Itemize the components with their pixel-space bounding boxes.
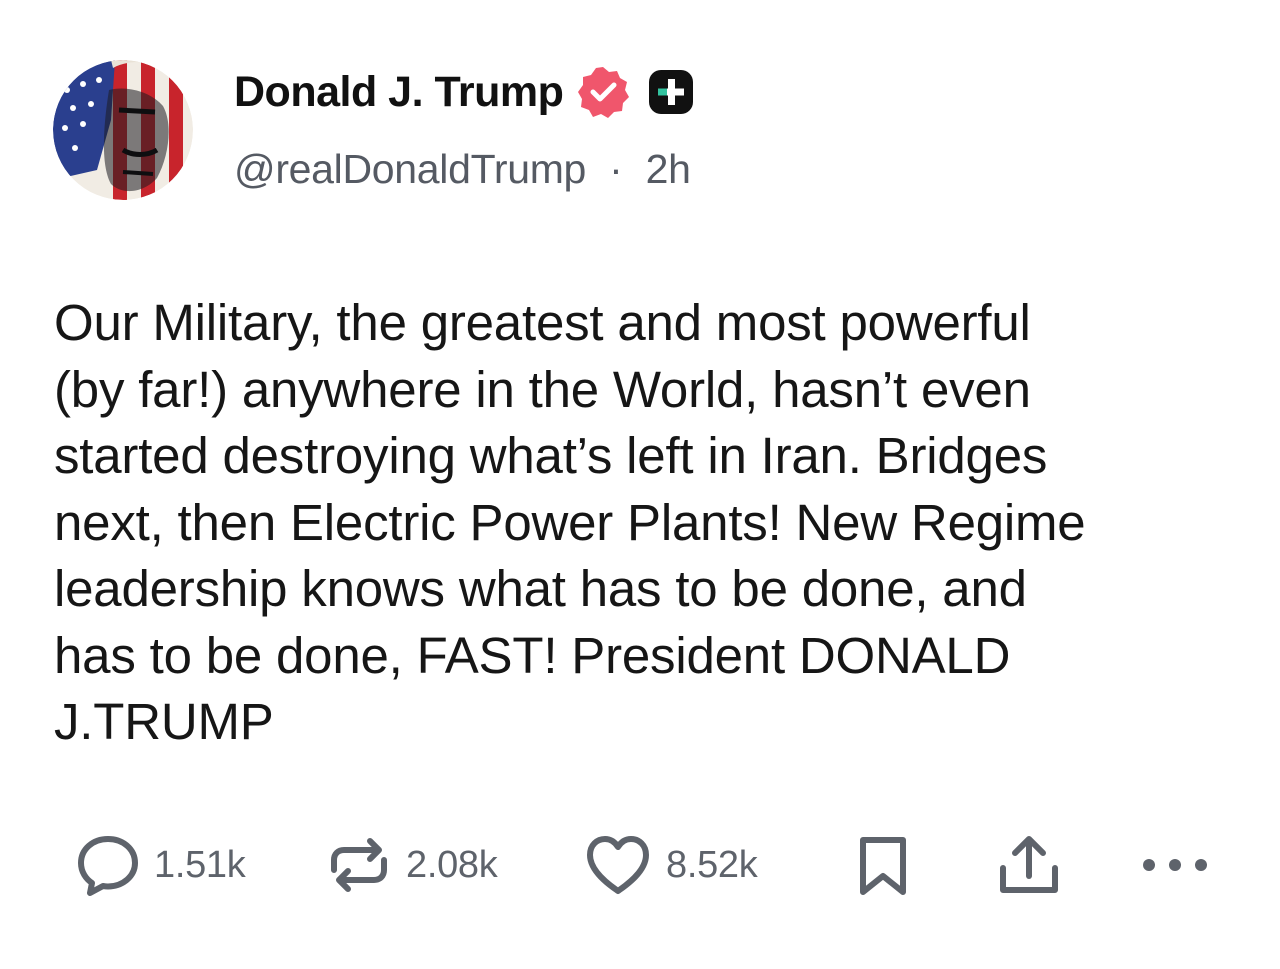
plus-badge-icon [647, 68, 695, 116]
like-count: 8.52k [666, 843, 758, 886]
author-handle[interactable]: @realDonaldTrump [234, 146, 586, 192]
share-button[interactable] [996, 825, 1062, 905]
verified-badge-icon [575, 64, 631, 120]
bookmark-button[interactable] [855, 825, 911, 905]
reply-button[interactable]: 1.51k [76, 825, 246, 905]
avatar[interactable] [53, 60, 193, 200]
post-card: Donald J. Trump @realDonaldTrump · 2h Ou… [0, 0, 1280, 969]
author-name-row: Donald J. Trump [234, 62, 695, 122]
avatar-image [53, 60, 193, 200]
author-handle-row: @realDonaldTrump · 2h [234, 146, 691, 193]
post-timestamp[interactable]: 2h [646, 146, 691, 192]
repost-arrows-icon [326, 832, 392, 898]
share-upload-icon [996, 832, 1062, 898]
repost-button[interactable]: 2.08k [326, 825, 498, 905]
speech-bubble-icon [76, 833, 140, 897]
post-text: Our Military, the greatest and most powe… [54, 294, 1086, 750]
action-bar: 1.51k 2.08k 8.52k [0, 825, 1280, 905]
more-options-button[interactable] [1140, 825, 1210, 905]
heart-icon [584, 833, 652, 897]
more-dots-icon [1140, 855, 1210, 875]
repost-count: 2.08k [406, 843, 498, 886]
author-display-name[interactable]: Donald J. Trump [234, 68, 564, 117]
bookmark-icon [855, 832, 911, 898]
reply-count: 1.51k [154, 843, 246, 886]
like-button[interactable]: 8.52k [584, 825, 758, 905]
meta-separator: · [609, 146, 623, 192]
